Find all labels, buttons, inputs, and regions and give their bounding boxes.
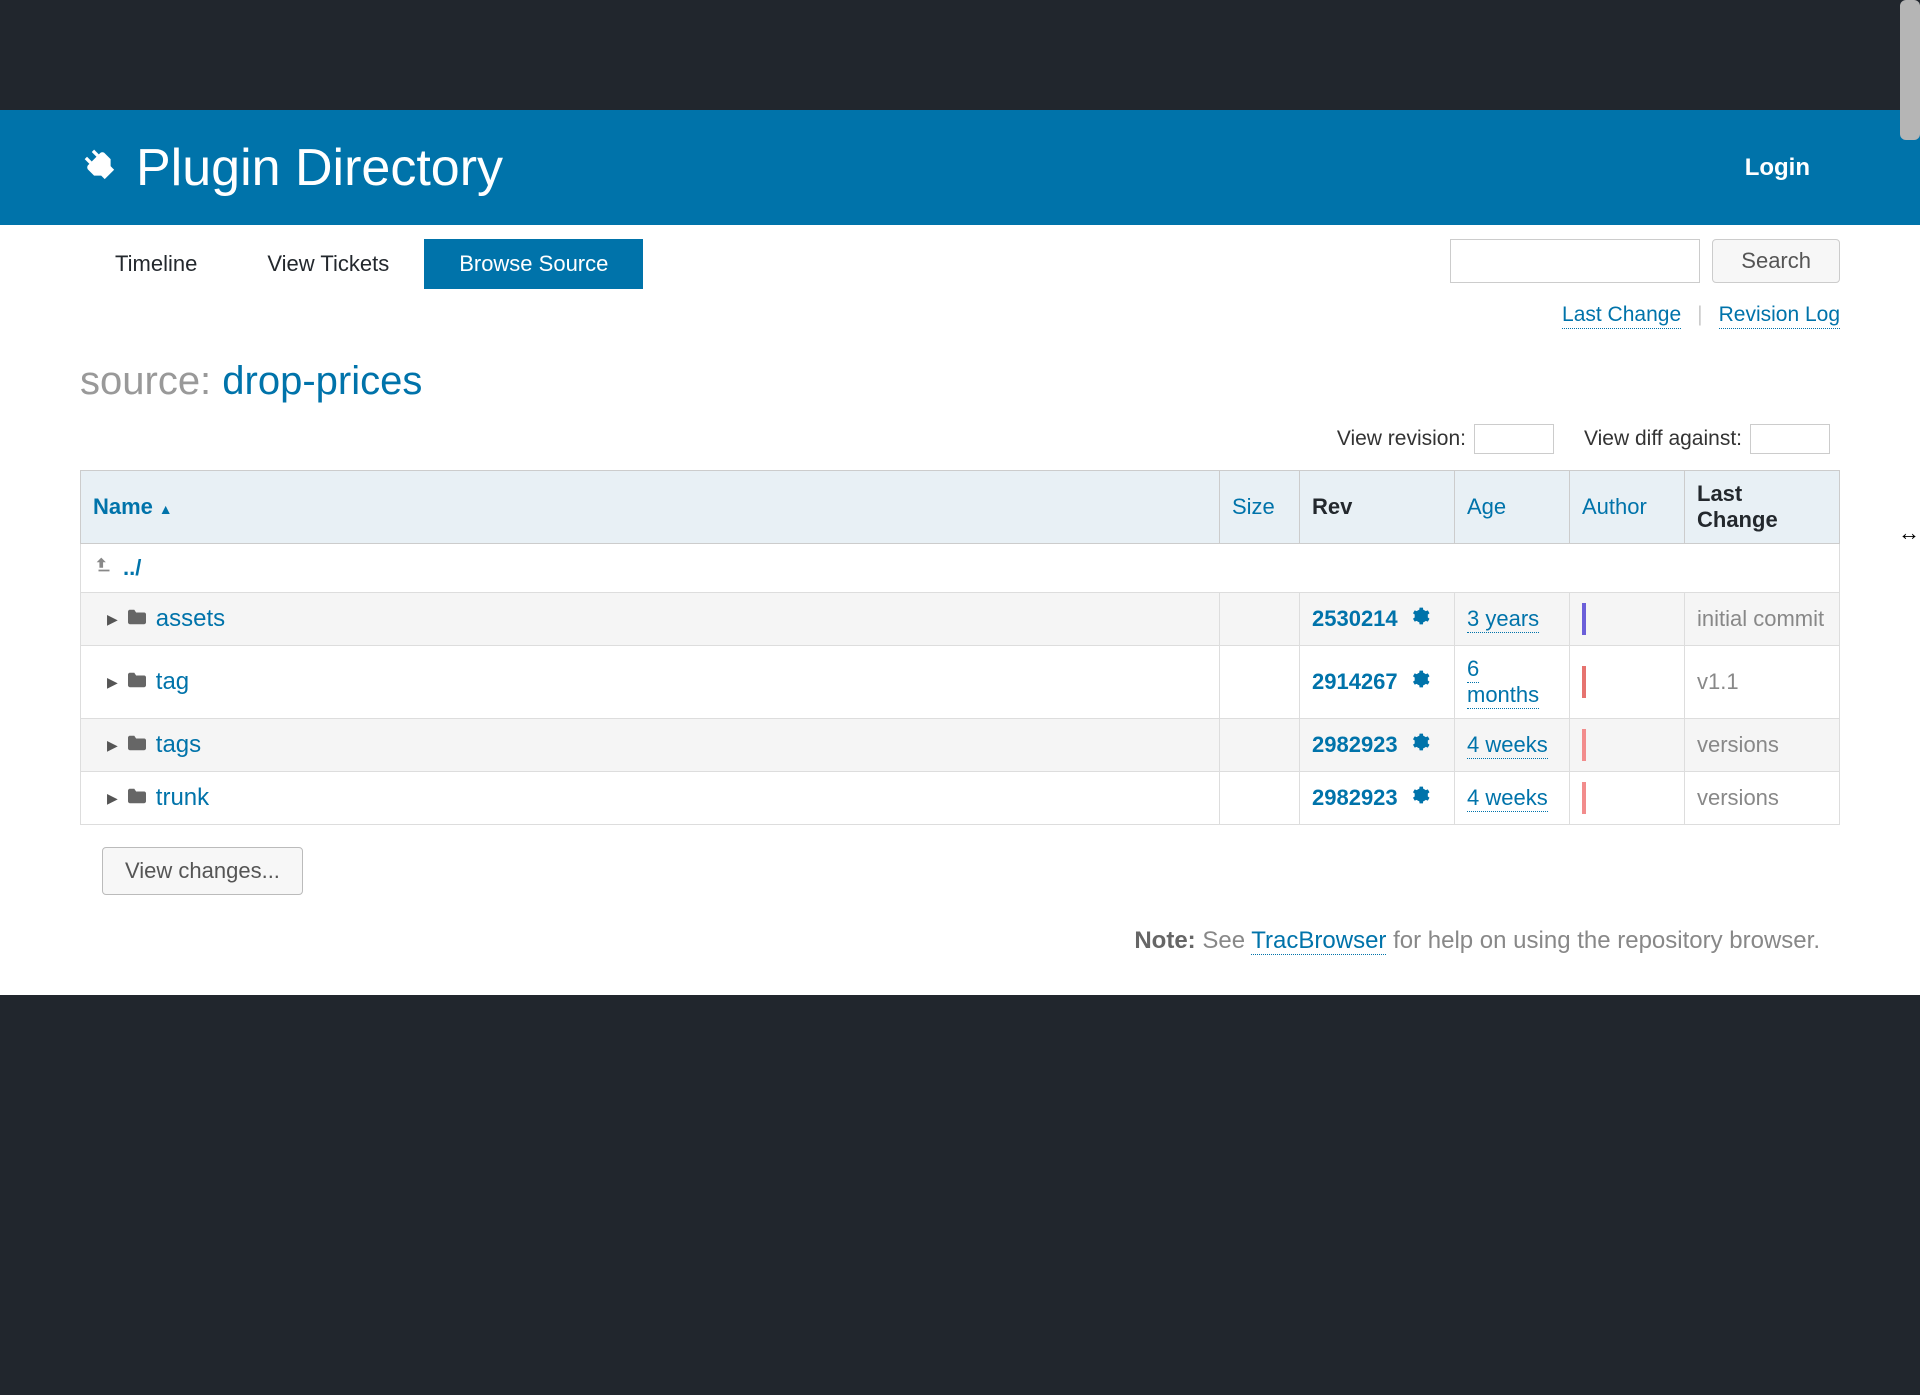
author-cell: [1570, 772, 1685, 825]
footer: [0, 995, 1920, 1395]
search-input[interactable]: [1450, 239, 1700, 283]
rev-link[interactable]: 2982923: [1312, 732, 1398, 758]
table-row: ▶ assets 2530214 3 years initial commit: [81, 593, 1840, 646]
col-header-age[interactable]: Age: [1455, 471, 1570, 544]
gear-icon[interactable]: [1410, 606, 1430, 632]
revision-log-link[interactable]: Revision Log: [1719, 303, 1840, 329]
view-revision-label: View revision:: [1337, 427, 1466, 451]
resize-handle[interactable]: ↔: [1898, 520, 1920, 546]
col-header-name[interactable]: Name ▲: [81, 471, 1220, 544]
rev-link[interactable]: 2530214: [1312, 606, 1398, 632]
expand-icon[interactable]: ▶: [107, 737, 118, 754]
view-diff-input[interactable]: [1750, 424, 1830, 454]
change-message: versions: [1697, 732, 1779, 757]
scrollbar[interactable]: [1900, 0, 1920, 140]
change-message: initial commit: [1697, 606, 1824, 631]
plug-icon: [80, 145, 120, 190]
rev-link[interactable]: 2982923: [1312, 785, 1398, 811]
tab-view-tickets[interactable]: View Tickets: [232, 239, 424, 289]
site-title[interactable]: Plugin Directory: [136, 138, 503, 198]
expand-icon[interactable]: ▶: [107, 611, 118, 628]
divider: |: [1697, 303, 1702, 329]
folder-name-link[interactable]: tag: [156, 668, 189, 696]
chgset-bar: [1582, 603, 1586, 635]
gear-icon[interactable]: [1410, 669, 1430, 695]
table-row: ▶ tag 2914267 6 months v1.1: [81, 646, 1840, 719]
login-link[interactable]: Login: [1745, 154, 1810, 182]
tab-timeline[interactable]: Timeline: [80, 239, 232, 289]
note-prefix: See: [1196, 927, 1252, 954]
age-link[interactable]: 6 months: [1467, 656, 1539, 709]
view-revision-control: View revision:: [1337, 424, 1554, 454]
parent-dir-link[interactable]: ../: [123, 555, 141, 581]
expand-icon[interactable]: ▶: [107, 674, 118, 691]
folder-icon: [126, 732, 148, 758]
folder-name-link[interactable]: trunk: [156, 784, 209, 812]
size-cell: [1220, 772, 1300, 825]
note-line: Note: See TracBrowser for help on using …: [80, 895, 1840, 995]
table-row: ▶ trunk 2982923 4 weeks versions: [81, 772, 1840, 825]
view-diff-control: View diff against:: [1584, 424, 1830, 454]
age-link[interactable]: 3 years: [1467, 606, 1539, 633]
note-suffix: for help on using the repository browser…: [1386, 927, 1820, 954]
author-cell: [1570, 719, 1685, 772]
view-diff-label: View diff against:: [1584, 427, 1742, 451]
parent-up-icon: [93, 554, 115, 582]
size-cell: [1220, 593, 1300, 646]
col-header-size[interactable]: Size: [1220, 471, 1300, 544]
source-heading: source: drop-prices: [80, 339, 1840, 414]
change-message: v1.1: [1697, 669, 1739, 694]
parent-row[interactable]: ../: [81, 544, 1840, 593]
chgset-bar: [1582, 729, 1586, 761]
folder-icon: [126, 669, 148, 695]
col-header-rev[interactable]: Rev: [1300, 471, 1455, 544]
top-bar: [0, 0, 1920, 110]
source-name-link[interactable]: drop-prices: [222, 359, 422, 403]
chgset-bar: [1582, 666, 1586, 698]
col-header-last-change[interactable]: Last Change: [1685, 471, 1840, 544]
tab-browse-source[interactable]: Browse Source: [424, 239, 643, 289]
chgset-bar: [1582, 782, 1586, 814]
author-cell: [1570, 646, 1685, 719]
gear-icon[interactable]: [1410, 785, 1430, 811]
col-header-author[interactable]: Author: [1570, 471, 1685, 544]
sort-asc-icon: ▲: [155, 501, 173, 517]
header: Plugin Directory Login: [0, 110, 1920, 225]
browser-table: Name ▲ Size Rev Age Author Last Change .…: [80, 470, 1840, 825]
nav-tabs: Timeline View Tickets Browse Source: [80, 239, 643, 289]
last-change-link[interactable]: Last Change: [1562, 303, 1681, 329]
age-link[interactable]: 4 weeks: [1467, 732, 1548, 759]
folder-icon: [126, 606, 148, 632]
source-prefix: source:: [80, 359, 222, 403]
view-changes-button[interactable]: View changes...: [102, 847, 303, 895]
folder-name-link[interactable]: tags: [156, 731, 201, 759]
search-button[interactable]: Search: [1712, 239, 1840, 283]
view-revision-input[interactable]: [1474, 424, 1554, 454]
table-row: ▶ tags 2982923 4 weeks versions: [81, 719, 1840, 772]
folder-icon: [126, 785, 148, 811]
gear-icon[interactable]: [1410, 732, 1430, 758]
age-link[interactable]: 4 weeks: [1467, 785, 1548, 812]
size-cell: [1220, 646, 1300, 719]
change-message: versions: [1697, 785, 1779, 810]
note-label: Note:: [1134, 927, 1195, 954]
author-cell: [1570, 593, 1685, 646]
size-cell: [1220, 719, 1300, 772]
tracbrowser-link[interactable]: TracBrowser: [1251, 927, 1386, 955]
expand-icon[interactable]: ▶: [107, 790, 118, 807]
folder-name-link[interactable]: assets: [156, 605, 225, 633]
rev-link[interactable]: 2914267: [1312, 669, 1398, 695]
